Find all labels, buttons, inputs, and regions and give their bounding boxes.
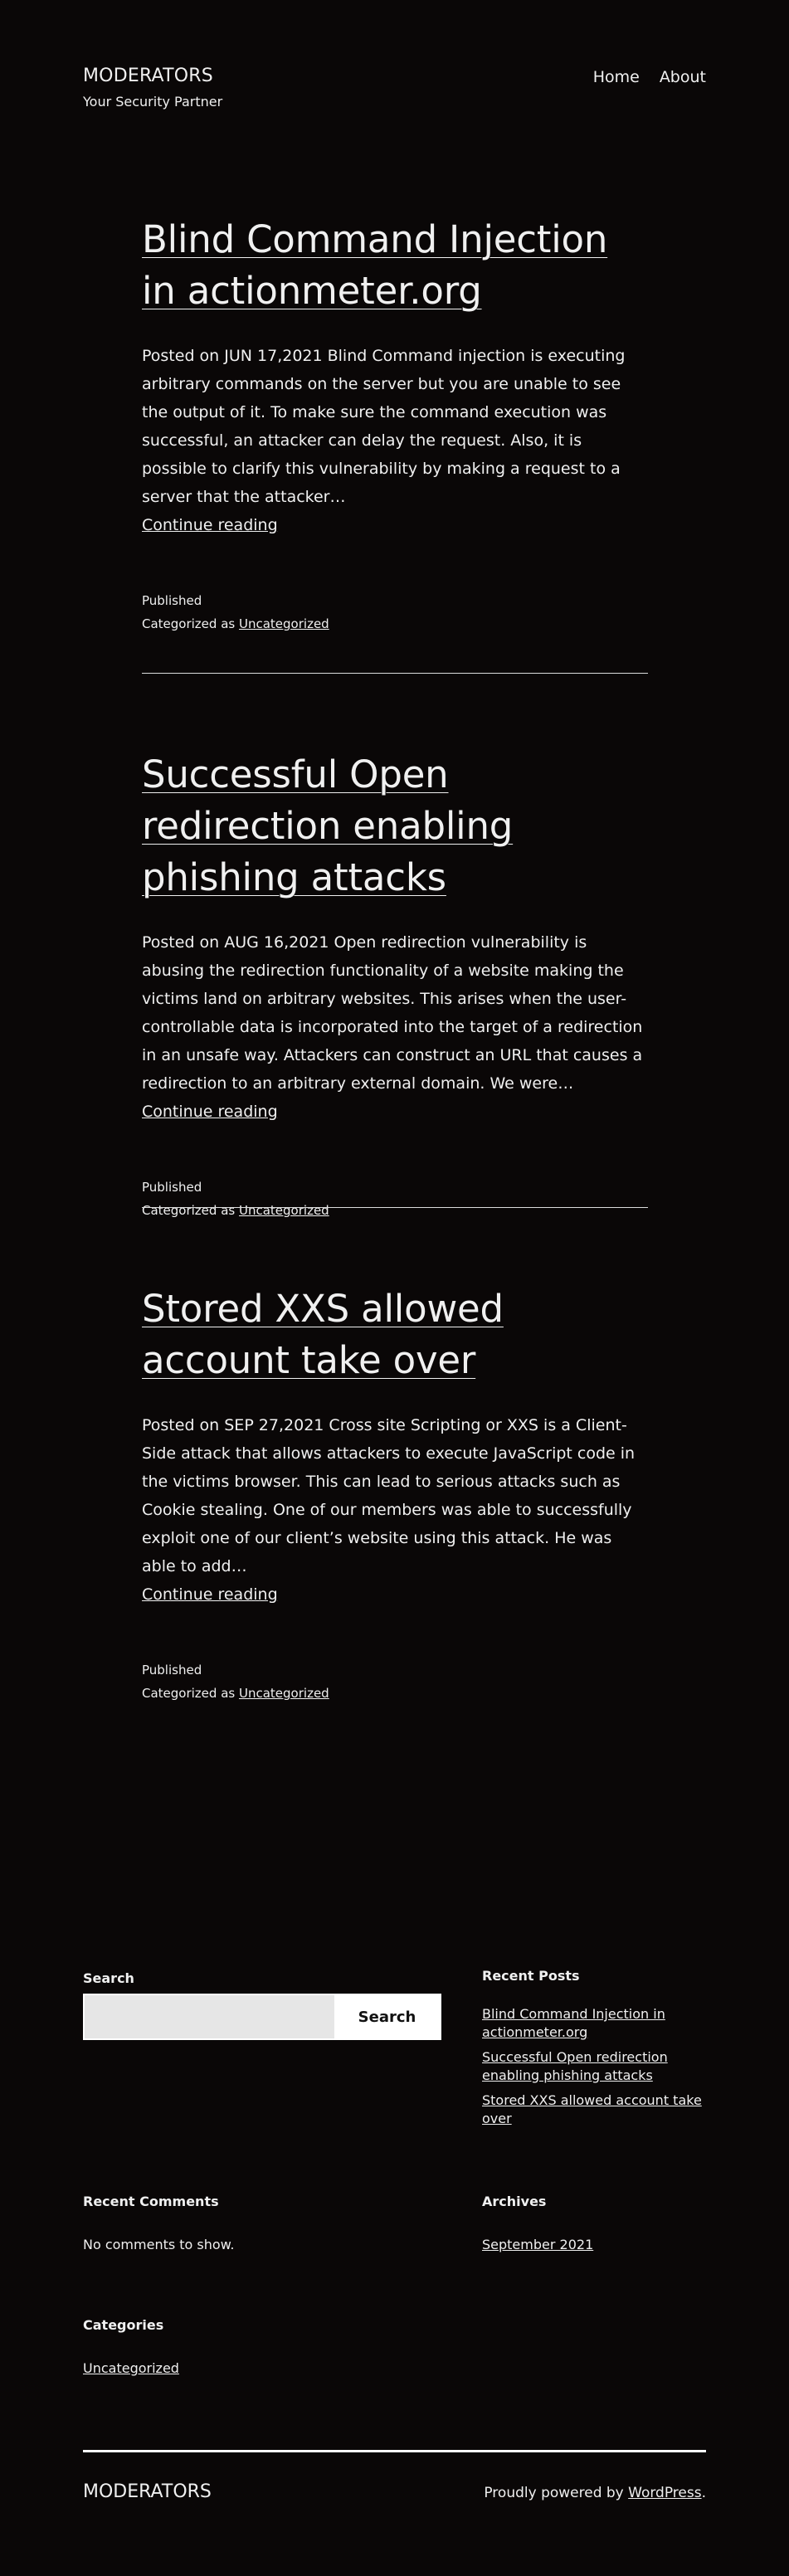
recent-comments-widget: Recent Comments No comments to show. [83, 2193, 441, 2254]
archive-link[interactable]: September 2021 [482, 2237, 593, 2252]
post-divider [142, 1207, 648, 1208]
recent-posts-list: Blind Command Injection in actionmeter.o… [482, 2005, 706, 2128]
post-excerpt: Posted on AUG 16,2021 Open redirection v… [142, 928, 648, 1126]
category-link[interactable]: Uncategorized [239, 1203, 329, 1218]
no-comments-text: No comments to show. [83, 2237, 235, 2252]
categorized-prefix: Categorized as [142, 616, 236, 631]
nav-home[interactable]: Home [593, 68, 640, 86]
post-meta: Published Categorized as Uncategorized [142, 589, 648, 635]
published-label: Published [142, 1663, 202, 1678]
recent-comments-title: Recent Comments [83, 2194, 219, 2209]
categorized-prefix: Categorized as [142, 1686, 236, 1701]
footer-site-title[interactable]: MODERATORS [83, 2481, 212, 2504]
post-excerpt-text: Posted on SEP 27,2021 Cross site Scripti… [142, 1416, 636, 1575]
site-header: MODERATORS Your Security Partner Home Ab… [83, 65, 706, 114]
list-item: Stored XXS allowed account take over [482, 2091, 706, 2128]
post-title-link[interactable]: Stored XXS allowed account take over [142, 1287, 504, 1382]
category-link[interactable]: Uncategorized [239, 616, 329, 631]
continue-reading-link[interactable]: Continue reading [142, 1585, 278, 1604]
categories-widget: Categories Uncategorized [83, 2316, 441, 2384]
post-title: Stored XXS allowed account take over [142, 1283, 648, 1386]
search-input[interactable] [85, 1995, 334, 2038]
category-line: Categorized as Uncategorized [142, 612, 648, 635]
published-label: Published [142, 593, 202, 608]
primary-nav: Home About [593, 68, 706, 86]
footer-credit: Proudly powered by WordPress. [484, 2483, 706, 2503]
credit-prefix: Proudly powered by [484, 2485, 624, 2501]
list-item: Successful Open redirection enabling phi… [482, 2048, 706, 2085]
category-line: Categorized as Uncategorized [142, 1682, 648, 1705]
post-2: Successful Open redirection enabling phi… [142, 749, 648, 1222]
recent-posts-title: Recent Posts [482, 1968, 580, 1984]
post-excerpt: Posted on JUN 17,2021 Blind Command inje… [142, 342, 648, 539]
search-button[interactable]: Search [334, 1995, 440, 2038]
credit-suffix: . [701, 2485, 706, 2501]
category-link[interactable]: Uncategorized [83, 2360, 179, 2376]
recent-post-link[interactable]: Stored XXS allowed account take over [482, 2092, 702, 2126]
footer-divider [83, 2450, 706, 2452]
search-widget-title: Search [83, 1970, 134, 1986]
archives-title: Archives [482, 2194, 547, 2209]
recent-post-link[interactable]: Successful Open redirection enabling phi… [482, 2049, 668, 2083]
post-meta: Published Categorized as Uncategorized [142, 1658, 648, 1705]
nav-about[interactable]: About [660, 68, 706, 86]
category-line: Categorized as Uncategorized [142, 1199, 648, 1222]
list-item: Uncategorized [83, 2359, 441, 2378]
categorized-prefix: Categorized as [142, 1203, 236, 1218]
categories-title: Categories [83, 2317, 164, 2333]
post-excerpt-text: Posted on AUG 16,2021 Open redirection v… [142, 933, 643, 1093]
continue-reading-link[interactable]: Continue reading [142, 516, 278, 534]
continue-reading-link[interactable]: Continue reading [142, 1103, 278, 1121]
published-label: Published [142, 1180, 202, 1195]
categories-list: Uncategorized [83, 2359, 441, 2378]
list-item: September 2021 [482, 2236, 706, 2254]
post-meta: Published Categorized as Uncategorized [142, 1176, 648, 1222]
post-title-link[interactable]: Blind Command Injection in actionmeter.o… [142, 217, 607, 313]
recent-posts-widget: Recent Posts Blind Command Injection in … [482, 1967, 706, 2135]
wordpress-link[interactable]: WordPress [628, 2485, 701, 2501]
list-item: Blind Command Injection in actionmeter.o… [482, 2005, 706, 2042]
post-3: Stored XXS allowed account take over Pos… [142, 1283, 648, 1705]
archives-list: September 2021 [482, 2236, 706, 2254]
post-title-link[interactable]: Successful Open redirection enabling phi… [142, 752, 513, 899]
post-divider [142, 673, 648, 674]
archives-widget: Archives September 2021 [482, 2193, 706, 2261]
post-excerpt: Posted on SEP 27,2021 Cross site Scripti… [142, 1411, 648, 1609]
search-widget: Search Search [83, 1970, 441, 2040]
category-link[interactable]: Uncategorized [239, 1686, 329, 1701]
site-tagline: Your Security Partner [83, 94, 223, 110]
recent-post-link[interactable]: Blind Command Injection in actionmeter.o… [482, 2006, 665, 2040]
post-title: Successful Open redirection enabling phi… [142, 749, 648, 903]
post-excerpt-text: Posted on JUN 17,2021 Blind Command inje… [142, 347, 626, 506]
search-form: Search [83, 1994, 441, 2040]
post-title: Blind Command Injection in actionmeter.o… [142, 214, 648, 317]
post-1: Blind Command Injection in actionmeter.o… [142, 214, 648, 635]
